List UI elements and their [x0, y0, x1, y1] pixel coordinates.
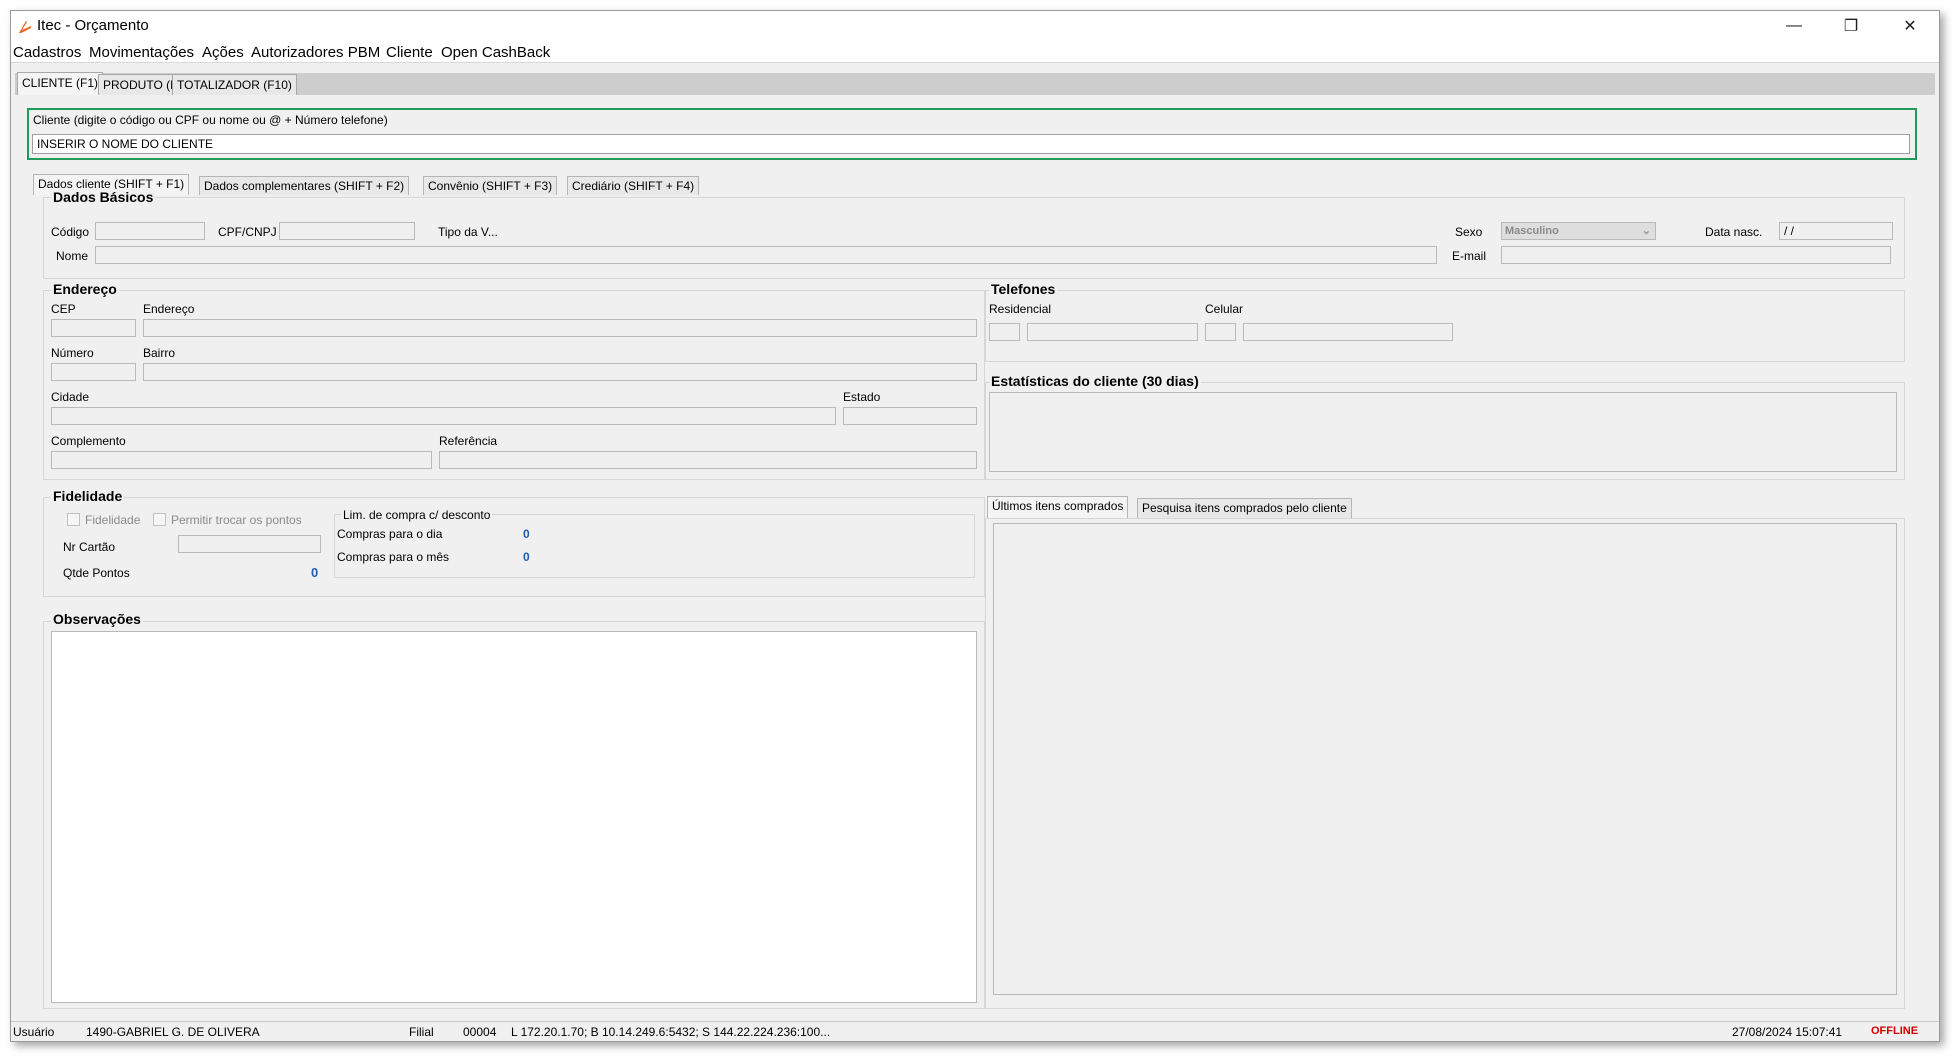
compras-mes-value: 0: [523, 550, 530, 564]
data-nasc-field[interactable]: / /: [1779, 222, 1893, 240]
data-nasc-label: Data nasc.: [1705, 225, 1763, 239]
residencial-label: Residencial: [989, 302, 1052, 316]
compras-dia-label: Compras para o dia: [337, 527, 443, 541]
tab-convenio[interactable]: Convênio (SHIFT + F3): [423, 176, 558, 195]
limite-compra-title: Lim. de compra c/ desconto: [341, 508, 493, 522]
title-bar: Itec - Orçamento — ❐ ✕: [11, 11, 1939, 41]
referencia-field[interactable]: [439, 451, 977, 469]
window-title: Itec - Orçamento: [37, 17, 149, 34]
numero-label: Número: [51, 346, 94, 360]
dados-basicos-title: Dados Básicos: [51, 189, 156, 205]
endereco-title: Endereço: [51, 281, 119, 297]
celular-field[interactable]: [1243, 323, 1453, 341]
filial-value: 00004: [463, 1025, 497, 1039]
usuario-value: 1490-GABRIEL G. DE OLIVERA: [86, 1025, 260, 1039]
fidelidade-title: Fidelidade: [51, 488, 125, 504]
celular-ddd-field[interactable]: [1205, 323, 1236, 341]
chevron-down-icon: ⌄: [1641, 225, 1651, 237]
close-button[interactable]: ✕: [1887, 11, 1933, 41]
fidelidade-checkbox-label: Fidelidade: [85, 513, 141, 527]
residencial-ddd-field[interactable]: [989, 323, 1020, 341]
bairro-field[interactable]: [143, 363, 977, 381]
codigo-field[interactable]: [95, 222, 205, 240]
menu-movimentacoes[interactable]: Movimentações: [89, 44, 194, 61]
cidade-field[interactable]: [51, 407, 836, 425]
qtde-pontos-value: 0: [311, 565, 319, 580]
celular-label: Celular: [1205, 302, 1244, 316]
complemento-field[interactable]: [51, 451, 432, 469]
menu-open-cashback[interactable]: Open CashBack: [441, 44, 550, 61]
conexoes-text: L 172.20.1.70; B 10.14.249.6:5432; S 144…: [511, 1025, 831, 1039]
cpf-label: CPF/CNPJ: [218, 225, 277, 239]
estatisticas-area: [989, 392, 1897, 472]
tab-pesquisa-itens[interactable]: Pesquisa itens comprados pelo cliente: [1137, 498, 1352, 518]
minimize-button[interactable]: —: [1771, 11, 1817, 41]
restore-button[interactable]: ❐: [1828, 11, 1874, 41]
observacoes-title: Observações: [51, 611, 143, 627]
menu-acoes[interactable]: Ações: [202, 44, 244, 61]
limite-compra-group: [334, 514, 975, 578]
tipo-label: Tipo da V...: [438, 225, 498, 239]
email-label: E-mail: [1452, 249, 1487, 263]
tab-crediario[interactable]: Crediário (SHIFT + F4): [567, 176, 700, 195]
usuario-label: Usuário: [13, 1025, 55, 1039]
menu-bar: Cadastros Movimentações Ações Autorizado…: [11, 41, 1939, 63]
referencia-label: Referência: [439, 434, 498, 448]
codigo-label: Código: [51, 225, 90, 239]
offline-badge: OFFLINE: [1871, 1025, 1919, 1037]
cep-field[interactable]: [51, 319, 136, 337]
telefones-title: Telefones: [989, 281, 1058, 297]
numero-field[interactable]: [51, 363, 136, 381]
itens-comprados-list[interactable]: [993, 523, 1897, 995]
status-bar: Usuário 1490-GABRIEL G. DE OLIVERA Filia…: [11, 1021, 1939, 1041]
menu-cadastros[interactable]: Cadastros: [13, 44, 81, 61]
sexo-value: Masculino: [1505, 225, 1559, 237]
compras-mes-label: Compras para o mês: [337, 550, 450, 564]
estatisticas-title: Estatísticas do cliente (30 dias): [989, 373, 1201, 389]
bairro-label: Bairro: [143, 346, 176, 360]
tab-dados-complementares[interactable]: Dados complementares (SHIFT + F2): [199, 176, 410, 195]
tab-cliente[interactable]: CLIENTE (F1): [17, 72, 104, 95]
main-tab-strip: CLIENTE (F1) PRODUTO (F7) TOTALIZADOR (F…: [15, 72, 1935, 95]
compras-dia-value: 0: [523, 527, 530, 541]
cidade-label: Cidade: [51, 390, 90, 404]
filial-label: Filial: [409, 1025, 434, 1039]
tab-totalizador[interactable]: TOTALIZADOR (F10): [172, 74, 297, 95]
client-search-input[interactable]: INSERIR O NOME DO CLIENTE: [32, 134, 1910, 154]
menu-autorizadores-pbm[interactable]: Autorizadores PBM: [251, 44, 380, 61]
tab-ultimos-itens[interactable]: Últimos itens comprados: [987, 496, 1129, 518]
app-window: Itec - Orçamento — ❐ ✕ Cadastros Movimen…: [10, 10, 1940, 1042]
cep-label: CEP: [51, 302, 76, 316]
email-field[interactable]: [1501, 246, 1891, 264]
qtde-pontos-label: Qtde Pontos: [63, 566, 130, 580]
residencial-field[interactable]: [1027, 323, 1198, 341]
estado-field[interactable]: [843, 407, 977, 425]
permitir-trocar-checkbox[interactable]: [153, 513, 166, 526]
sexo-select[interactable]: Masculino ⌄: [1501, 222, 1656, 240]
datetime-text: 27/08/2024 15:07:41: [1732, 1025, 1843, 1039]
app-logo-icon: [19, 21, 31, 33]
complemento-label: Complemento: [51, 434, 126, 448]
client-search-group: Cliente (digite o código ou CPF ou nome …: [27, 108, 1917, 160]
observacoes-textarea[interactable]: [51, 631, 977, 1003]
permitir-trocar-label: Permitir trocar os pontos: [171, 513, 302, 527]
nome-field[interactable]: [95, 246, 1437, 264]
nr-cartao-field[interactable]: [178, 535, 321, 553]
fidelidade-checkbox[interactable]: [67, 513, 80, 526]
client-search-label: Cliente (digite o código ou CPF ou nome …: [33, 113, 388, 127]
nome-label: Nome: [56, 249, 89, 263]
estado-label: Estado: [843, 390, 881, 404]
endereco-field[interactable]: [143, 319, 977, 337]
nr-cartao-label: Nr Cartão: [63, 540, 116, 554]
menu-cliente[interactable]: Cliente: [386, 44, 433, 61]
cpf-field[interactable]: [279, 222, 415, 240]
sexo-label: Sexo: [1455, 225, 1483, 239]
endereco-label: Endereço: [143, 302, 195, 316]
